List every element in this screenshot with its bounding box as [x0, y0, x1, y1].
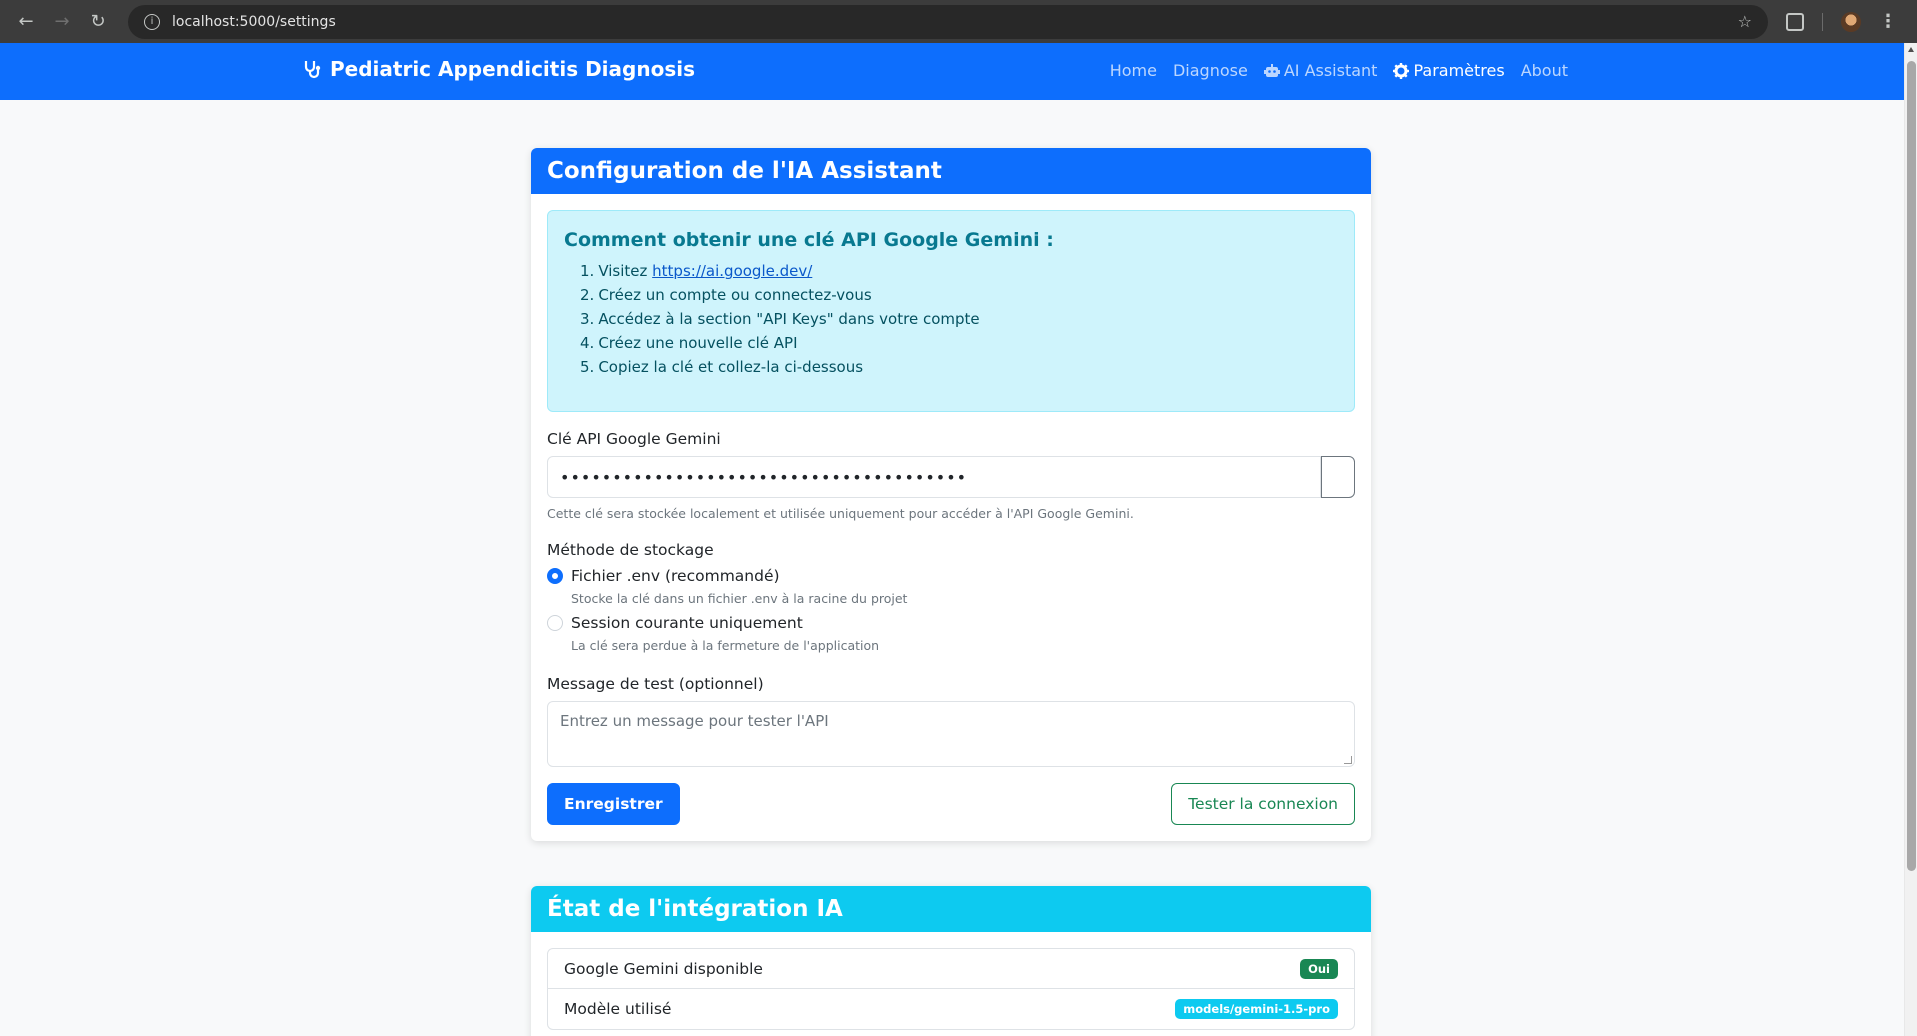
browser-toolbar: ← → ↻ i localhost:5000/settings ☆ ⋮ — [0, 0, 1917, 43]
resize-grip-icon[interactable] — [1344, 756, 1352, 764]
nav-ai-assistant[interactable]: AI Assistant — [1263, 61, 1378, 80]
step-text: Accédez à la section "API Keys" dans vot… — [598, 310, 980, 328]
status-item-model: Modèle utilisé models/gemini-1.5-pro — [548, 989, 1354, 1029]
radio-env-desc: Stocke la clé dans un fichier .env à la … — [571, 591, 908, 606]
status-badge: models/gemini-1.5-pro — [1175, 999, 1338, 1019]
back-icon[interactable]: ← — [12, 8, 40, 36]
profile-avatar[interactable] — [1841, 11, 1861, 32]
list-item: 5. Copiez la clé et collez-la ci-dessous — [580, 355, 1338, 379]
nav-about[interactable]: About — [1521, 61, 1568, 80]
test-message-label: Message de test (optionnel) — [547, 675, 764, 693]
status-item-label: Modèle utilisé — [564, 1000, 672, 1018]
address-bar[interactable]: i localhost:5000/settings ☆ — [128, 4, 1768, 39]
instructions-list: 1. Visitez https://ai.google.dev/ 2. Créez… — [564, 259, 1338, 379]
navbar-links: Home Diagnose AI Assistant Paramètres Ab… — [1110, 61, 1568, 80]
status-list: Google Gemini disponible Oui Modèle util… — [547, 948, 1355, 1030]
config-card: Configuration de l'IA Assistant Comment … — [531, 148, 1371, 841]
status-badge: Oui — [1300, 958, 1338, 979]
test-message-textarea[interactable]: Entrez un message pour tester l'API — [547, 701, 1355, 767]
step-number: 5. — [580, 358, 595, 376]
radio-env-label: Fichier .env (recommandé) — [571, 567, 780, 585]
api-key-label: Clé API Google Gemini — [547, 430, 721, 448]
config-card-header: Configuration de l'IA Assistant — [531, 148, 1371, 194]
form-actions: Enregistrer Tester la connexion — [547, 783, 1355, 825]
gear-icon — [1393, 62, 1410, 79]
toggle-visibility-button[interactable] — [1321, 456, 1355, 498]
instructions-title: Comment obtenir une clé API Google Gemin… — [564, 229, 1054, 251]
status-card-body: Google Gemini disponible Oui Modèle util… — [531, 932, 1371, 1036]
storage-option-session[interactable]: Session courante uniquement — [547, 614, 1355, 632]
api-key-instructions: Comment obtenir une clé API Google Gemin… — [547, 210, 1355, 412]
scrollbar-thumb[interactable] — [1907, 61, 1916, 871]
step-number: 2. — [580, 286, 595, 304]
toolbar-separator — [1822, 12, 1823, 31]
step-text: Visitez — [598, 262, 653, 280]
status-container: État de l'intégration IA Google Gemini d… — [531, 886, 1371, 1036]
test-connection-button[interactable]: Tester la connexion — [1171, 783, 1355, 825]
list-item: 2. Créez un compte ou connectez-vous — [580, 283, 1338, 307]
list-item: 3. Accédez à la section "API Keys" dans v… — [580, 307, 1338, 331]
site-info-icon[interactable]: i — [144, 13, 160, 30]
step-text: Copiez la clé et collez-la ci-dessous — [598, 358, 864, 376]
nav-parametres[interactable]: Paramètres — [1393, 61, 1505, 80]
app-navbar: Pediatric Appendicitis Diagnosis Home Di… — [0, 43, 1904, 100]
list-item: 4. Créez une nouvelle clé API — [580, 331, 1338, 355]
nav-diagnose[interactable]: Diagnose — [1173, 61, 1248, 80]
status-card-header: État de l'intégration IA — [531, 886, 1371, 932]
save-button[interactable]: Enregistrer — [547, 783, 680, 825]
nav-home[interactable]: Home — [1110, 61, 1157, 80]
radio-session[interactable] — [547, 615, 563, 631]
step-text: Créez un compte ou connectez-vous — [598, 286, 872, 304]
reload-icon[interactable]: ↻ — [84, 8, 112, 36]
storage-method-label: Méthode de stockage — [547, 541, 714, 559]
browser-menu-icon[interactable]: ⋮ — [1879, 11, 1897, 32]
radio-session-label: Session courante uniquement — [571, 614, 803, 632]
nav-parametres-label: Paramètres — [1413, 61, 1505, 80]
api-key-help: Cette clé sera stockée localement et uti… — [547, 506, 1134, 521]
robot-icon — [1263, 63, 1280, 77]
storage-option-env[interactable]: Fichier .env (recommandé) — [547, 567, 1355, 585]
test-message-placeholder: Entrez un message pour tester l'API — [560, 712, 829, 730]
brand-title: Pediatric Appendicitis Diagnosis — [330, 57, 695, 81]
status-item-label: Google Gemini disponible — [564, 959, 763, 978]
step-number: 1. — [580, 262, 595, 280]
nav-ai-assistant-label: AI Assistant — [1283, 61, 1378, 80]
radio-session-desc: La clé sera perdue à la fermeture de l'a… — [571, 638, 880, 653]
google-ai-link[interactable]: https://ai.google.dev/ — [652, 262, 812, 280]
api-key-input[interactable]: ••••••••••••••••••••••••••••••••••••••• — [547, 456, 1321, 498]
step-number: 3. — [580, 310, 595, 328]
forward-icon[interactable]: → — [48, 8, 76, 36]
scroll-up-arrow-icon[interactable] — [1908, 47, 1914, 52]
stethoscope-icon — [304, 61, 321, 79]
radio-env[interactable] — [547, 568, 563, 584]
step-number: 4. — [580, 334, 595, 352]
status-card: État de l'intégration IA Google Gemini d… — [531, 886, 1371, 1036]
status-item-gemini: Google Gemini disponible Oui — [548, 949, 1354, 989]
bookmark-star-icon[interactable]: ☆ — [1738, 12, 1752, 31]
address-url[interactable]: localhost:5000/settings — [172, 14, 1738, 30]
step-text: Créez une nouvelle clé API — [598, 334, 798, 352]
config-container: Configuration de l'IA Assistant Comment … — [531, 148, 1371, 841]
navbar-brand[interactable]: Pediatric Appendicitis Diagnosis — [302, 57, 695, 81]
page-scrollbar[interactable] — [1904, 43, 1917, 1036]
config-card-body: Comment obtenir une clé API Google Gemin… — [531, 194, 1371, 841]
list-item: 1. Visitez https://ai.google.dev/ — [580, 259, 1338, 283]
extensions-icon[interactable] — [1786, 12, 1804, 31]
api-key-input-group: ••••••••••••••••••••••••••••••••••••••• — [547, 456, 1355, 498]
